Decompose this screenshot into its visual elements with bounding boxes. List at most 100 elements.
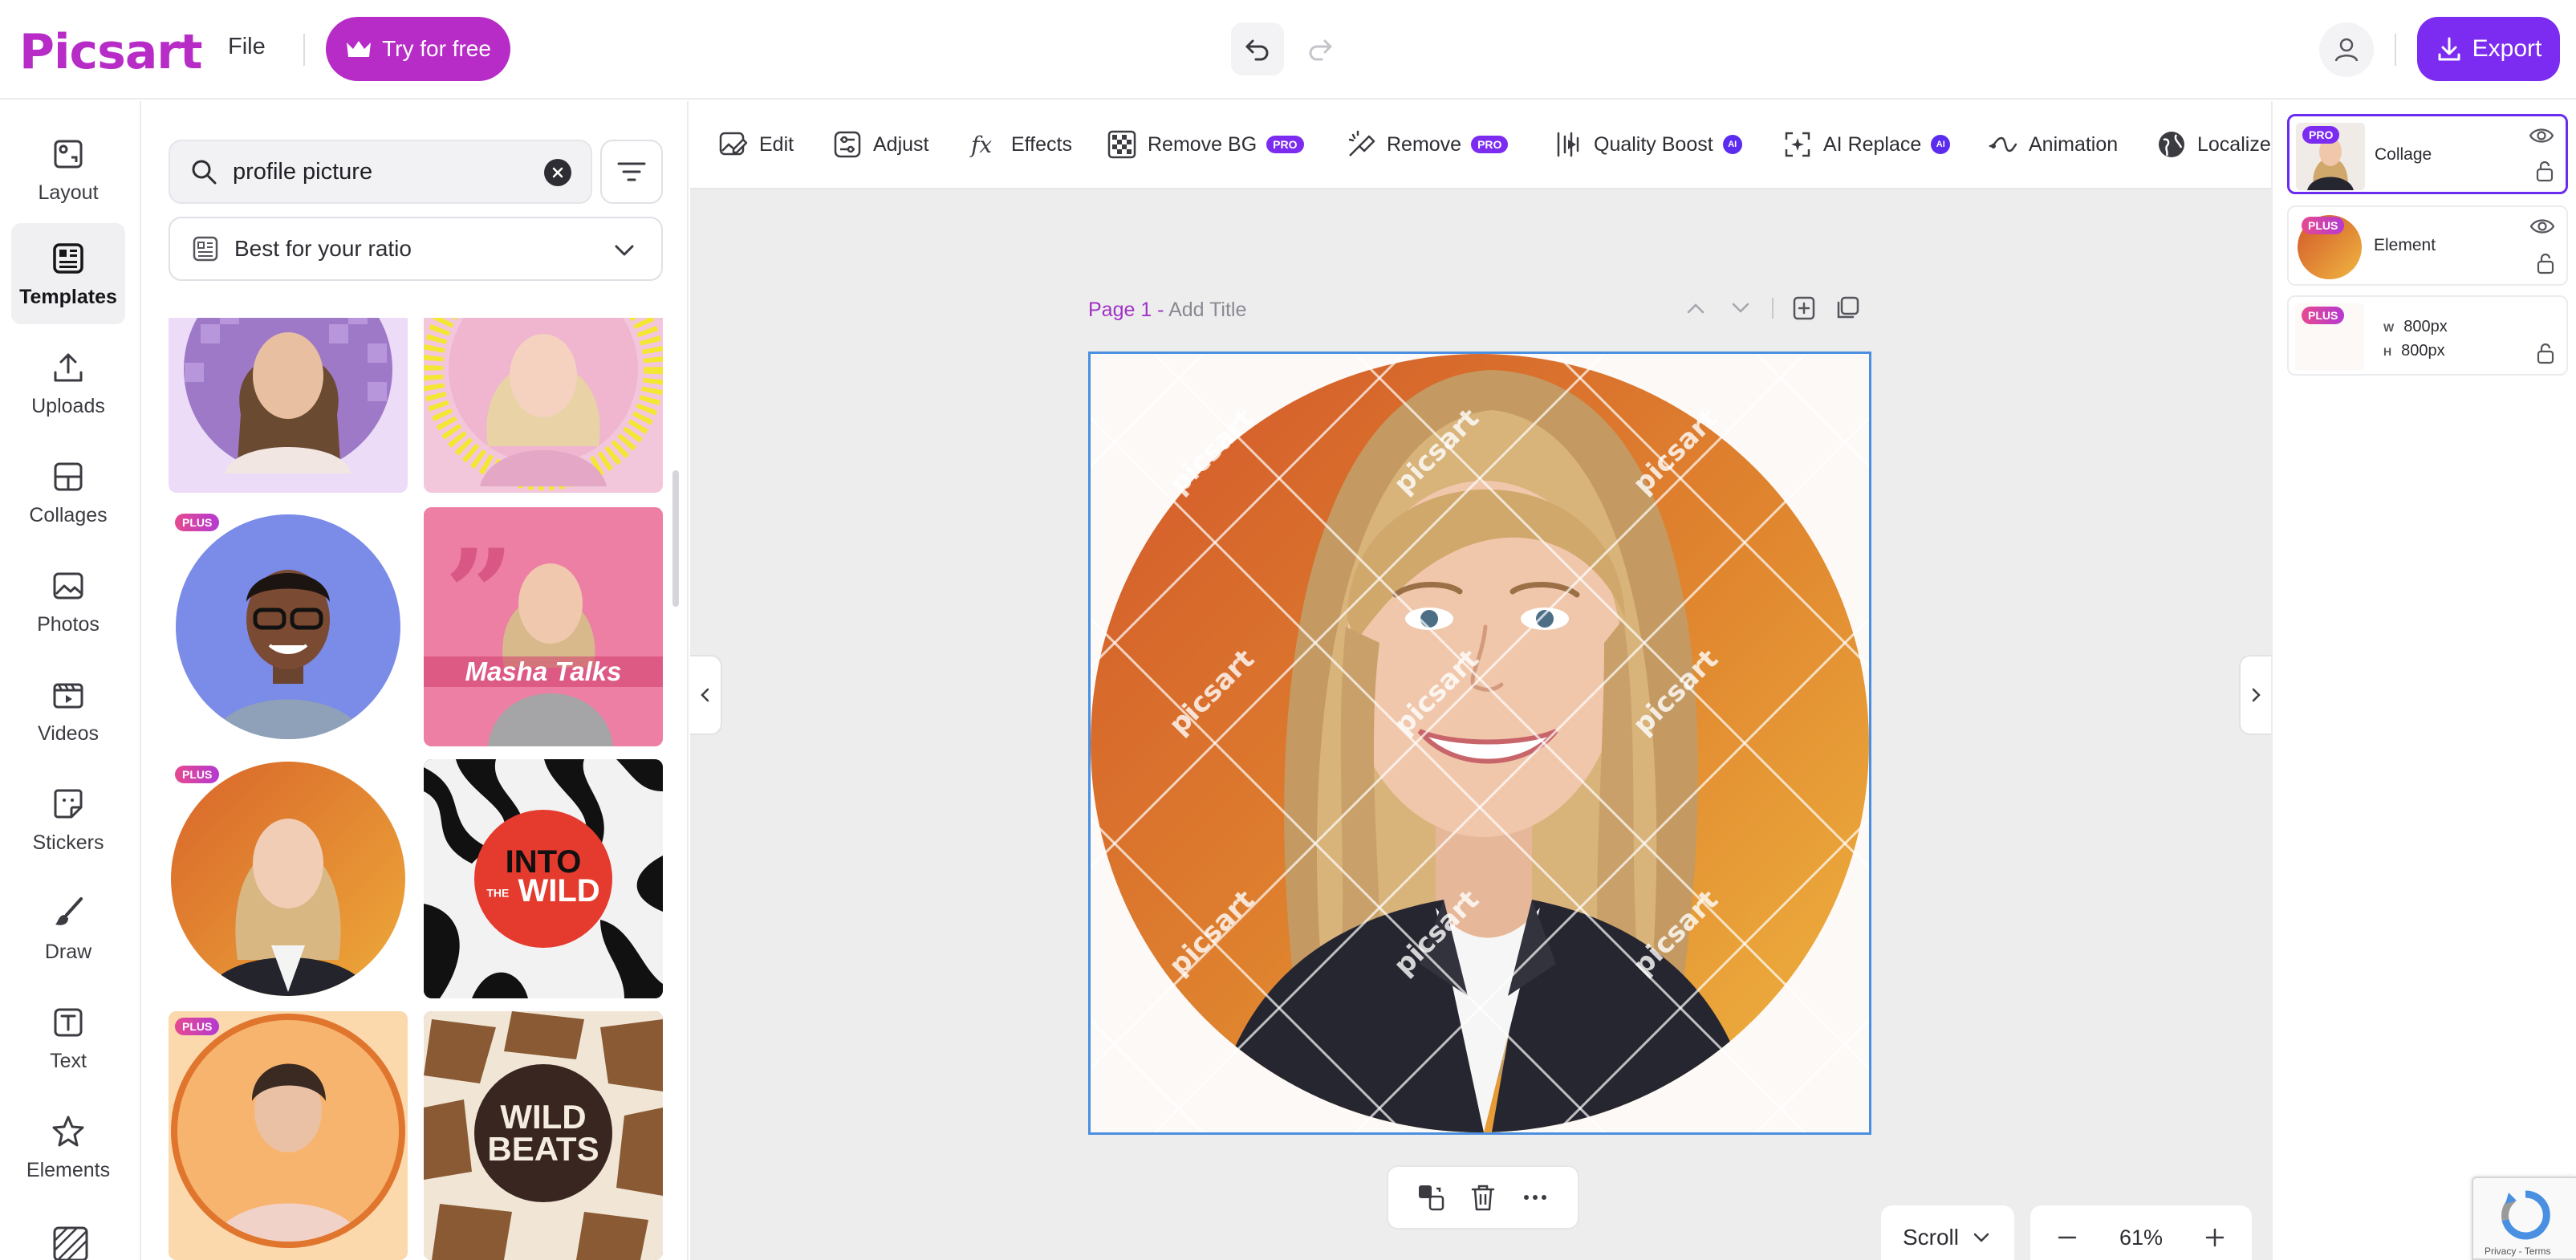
- tool-localize[interactable]: Localize: [2155, 125, 2271, 164]
- adjust-icon: [831, 128, 863, 161]
- svg-text:fx: fx: [969, 132, 992, 158]
- rail-item-text[interactable]: Text: [11, 987, 125, 1088]
- unlock-icon[interactable]: [2536, 342, 2555, 364]
- plus-badge: PLUS: [175, 1018, 219, 1035]
- trash-icon[interactable]: [1469, 1182, 1497, 1213]
- tool-ai-replace[interactable]: AI Replace AI: [1782, 125, 1950, 164]
- chevron-up-icon[interactable]: [1682, 295, 1709, 322]
- account-button[interactable]: [2319, 22, 2374, 77]
- template-tile[interactable]: ” Masha Talks: [424, 507, 663, 746]
- rail-item-photos[interactable]: Photos: [11, 551, 125, 652]
- layer-element[interactable]: PLUS Element: [2287, 205, 2568, 286]
- layer-background[interactable]: PLUS W800px H800px: [2287, 295, 2568, 376]
- rail-item-stickers[interactable]: Stickers: [11, 769, 125, 870]
- star-icon: [49, 1112, 87, 1151]
- eye-icon[interactable]: [2529, 217, 2555, 236]
- ratio-dropdown-label: Best for your ratio: [234, 236, 412, 262]
- zoom-in-icon[interactable]: [2202, 1225, 2228, 1250]
- picsart-logo[interactable]: Picsart: [19, 24, 202, 80]
- template-tile[interactable]: WILD BEATS: [424, 1011, 663, 1260]
- rail-item-elements[interactable]: Elements: [11, 1096, 125, 1197]
- more-options-icon[interactable]: [1520, 1182, 1550, 1213]
- eye-icon[interactable]: [2529, 126, 2554, 145]
- divider: [303, 34, 305, 66]
- template-tile[interactable]: INTO THE WILD: [424, 759, 663, 998]
- try-for-free-label: Try for free: [382, 36, 491, 62]
- chevron-down-icon: [1970, 1226, 1993, 1249]
- unlock-icon[interactable]: [2536, 252, 2555, 274]
- tool-remove[interactable]: Remove PRO: [1345, 125, 1508, 164]
- tool-edit[interactable]: Edit: [717, 125, 794, 164]
- zoom-out-icon[interactable]: [2054, 1225, 2080, 1250]
- rail-label: Templates: [19, 286, 117, 309]
- plus-badge: PLUS: [2302, 307, 2344, 324]
- rail-item-templates[interactable]: Templates: [11, 223, 125, 324]
- template-tile[interactable]: [424, 318, 663, 493]
- tool-animation[interactable]: Animation: [1987, 125, 2118, 164]
- undo-icon: [1243, 35, 1272, 63]
- collapse-left-panel-button[interactable]: [690, 655, 722, 735]
- zoom-level: 61%: [2119, 1225, 2163, 1250]
- height-label: H: [2383, 345, 2391, 358]
- tool-adjust[interactable]: Adjust: [831, 125, 928, 164]
- rail-item-draw[interactable]: Draw: [11, 878, 125, 979]
- template-tile[interactable]: PLUS: [169, 1011, 408, 1260]
- page-title-input[interactable]: Add Title: [1168, 299, 1246, 321]
- tool-effects[interactable]: fx Effects: [969, 125, 1072, 164]
- redo-button[interactable]: [1294, 22, 1347, 75]
- replace-icon[interactable]: [1416, 1182, 1446, 1213]
- rail-item-more[interactable]: [51, 1225, 90, 1260]
- chevron-down-icon: [611, 238, 637, 263]
- unlock-icon[interactable]: [2535, 160, 2554, 182]
- template-tile[interactable]: PLUS: [169, 759, 408, 998]
- layer-name: Element: [2374, 236, 2436, 255]
- rail-item-collages[interactable]: Collages: [11, 441, 125, 543]
- ratio-dropdown[interactable]: Best for your ratio: [169, 217, 663, 281]
- upload-icon: [49, 348, 87, 387]
- tool-label: AI Replace: [1823, 133, 1921, 156]
- export-button[interactable]: Export: [2417, 17, 2560, 81]
- ai-badge: AI: [1931, 135, 1950, 154]
- zoom-control: 61%: [2030, 1205, 2252, 1260]
- edit-image-icon: [717, 128, 750, 161]
- rail-item-uploads[interactable]: Uploads: [11, 332, 125, 433]
- templates-panel: Best for your ratio: [143, 101, 689, 1260]
- close-icon: [551, 166, 564, 179]
- recaptcha-links[interactable]: Privacy - Terms: [2485, 1246, 2550, 1257]
- panel-scrollbar[interactable]: [672, 470, 679, 607]
- rail-item-videos[interactable]: Videos: [11, 660, 125, 761]
- duplicate-page-icon[interactable]: [1834, 295, 1860, 321]
- artboard[interactable]: picsart picsart picsart picsart picsart …: [1088, 352, 1871, 1135]
- clear-search-button[interactable]: [544, 159, 571, 186]
- search-input[interactable]: [233, 159, 522, 185]
- rail-item-layout[interactable]: Layout: [11, 119, 125, 220]
- crown-icon: [345, 38, 372, 60]
- tool-quality-boost[interactable]: Quality Boost AI: [1552, 125, 1742, 164]
- template-tile[interactable]: PLUS: [169, 507, 408, 746]
- rail-label: Elements: [26, 1159, 110, 1182]
- chevron-down-icon[interactable]: [1727, 295, 1754, 322]
- search-box[interactable]: [169, 140, 592, 204]
- scroll-mode-select[interactable]: Scroll: [1881, 1205, 2014, 1260]
- tool-remove-bg[interactable]: Remove BG PRO: [1106, 125, 1304, 164]
- collapse-right-panel-button[interactable]: [2239, 655, 2271, 735]
- file-menu[interactable]: File: [228, 34, 266, 60]
- recaptcha-badge[interactable]: Privacy - Terms: [2472, 1177, 2576, 1260]
- add-page-icon[interactable]: [1791, 295, 1817, 321]
- pattern-icon: [51, 1225, 90, 1260]
- template-tile[interactable]: [169, 318, 408, 493]
- collage-icon: [49, 457, 87, 496]
- filter-button[interactable]: [600, 140, 663, 204]
- try-for-free-button[interactable]: Try for free: [326, 17, 510, 81]
- wild-beats-top: WILD: [424, 1101, 663, 1133]
- top-bar: Picsart File Try for free Export: [0, 0, 2576, 100]
- layer-collage[interactable]: PRO Collage: [2287, 114, 2568, 194]
- rail-label: Photos: [37, 613, 100, 636]
- undo-button[interactable]: [1231, 22, 1284, 75]
- wild-title-the: THE: [486, 886, 509, 899]
- download-icon: [2436, 35, 2463, 63]
- wild-beats-title: WILD BEATS: [424, 1101, 663, 1165]
- brush-icon: [49, 894, 87, 933]
- pro-badge: PRO: [2302, 126, 2339, 144]
- export-label: Export: [2472, 35, 2542, 63]
